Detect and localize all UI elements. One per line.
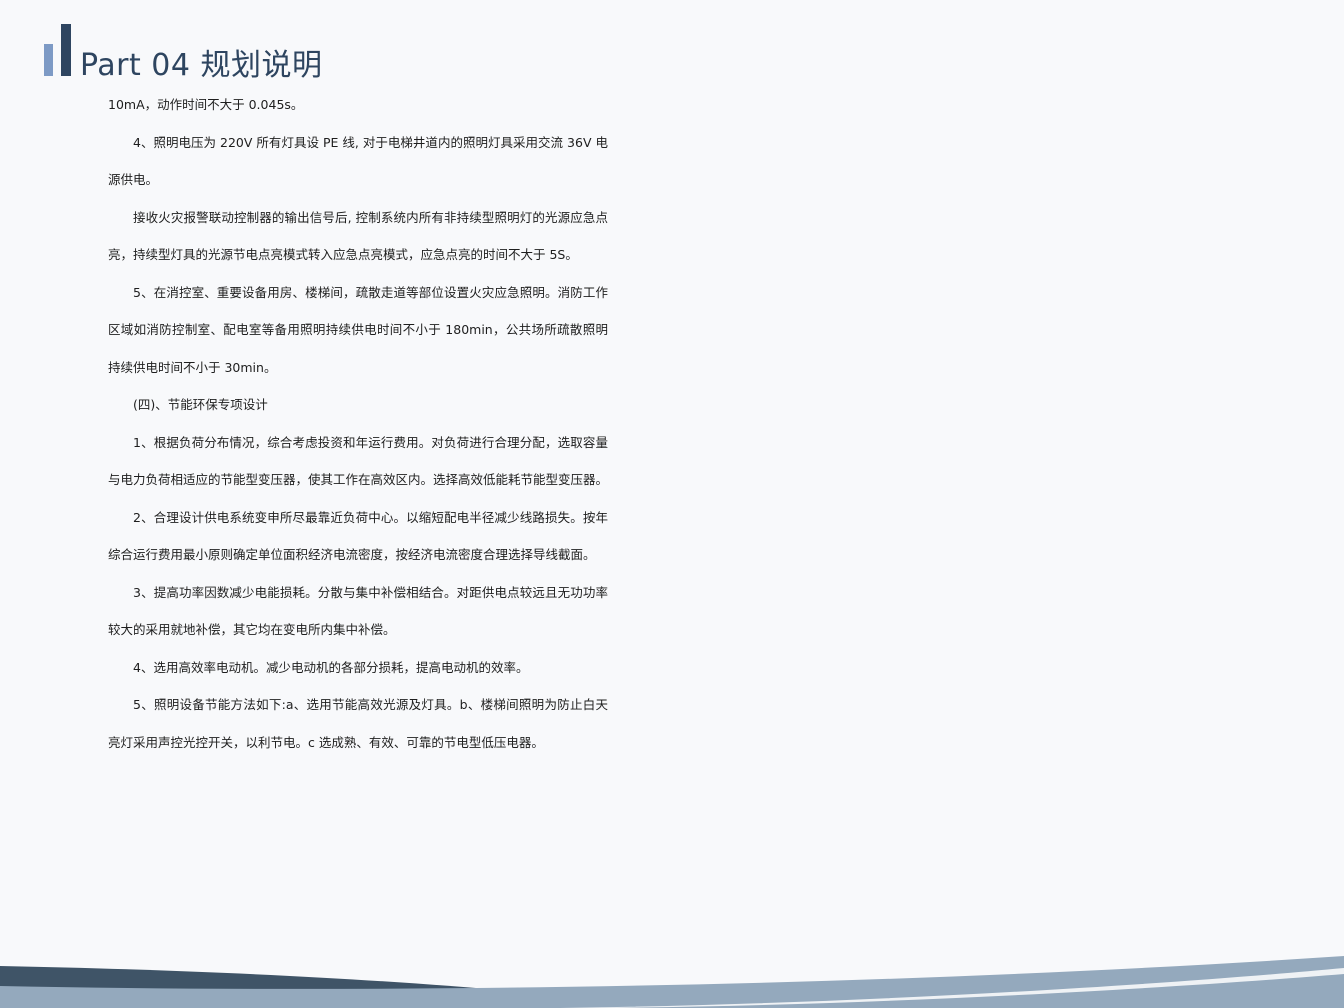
paragraph: 4、选用高效率电动机。减少电动机的各部分损耗，提高电动机的效率。 (133, 659, 529, 675)
paragraph: 3、提高功率因数减少电能损耗。分散与集中补偿相结合。对距供电点较远且无功功率较大… (108, 584, 608, 638)
paragraph: 4、照明电压为 220V 所有灯具设 PE 线, 对于电梯井道内的照明灯具采用交… (108, 134, 608, 188)
section-heading: (四)、节能环保专项设计 (133, 397, 268, 412)
page-title: Part 04 规划说明 (80, 48, 323, 83)
paragraph: 1、根据负荷分布情况，综合考虑投资和年运行费用。对负荷进行合理分配，选取容量与电… (108, 434, 609, 488)
paragraph: 5、在消控室、重要设备用房、楼梯间，疏散走道等部位设置火灾应急照明。消防工作区域… (108, 284, 608, 375)
header-accent-bar-light (44, 44, 53, 76)
paragraph: 10mA，动作时间不大于 0.045s。 (108, 97, 304, 112)
header-accent-bar-dark (61, 24, 71, 76)
body-text: 10mA，动作时间不大于 0.045s。 4、照明电压为 220V 所有灯具设 … (108, 86, 608, 761)
bottom-wave-decoration (0, 956, 1344, 1008)
paragraph: 5、照明设备节能方法如下:a、选用节能高效光源及灯具。b、楼梯间照明为防止白天亮… (108, 697, 608, 750)
paragraph: 接收火灾报警联动控制器的输出信号后, 控制系统内所有非持续型照明灯的光源应急点亮… (108, 209, 608, 263)
paragraph: 2、合理设计供电系统变申所尽最靠近负荷中心。以缩短配电半径减少线路损失。按年综合… (108, 509, 608, 563)
